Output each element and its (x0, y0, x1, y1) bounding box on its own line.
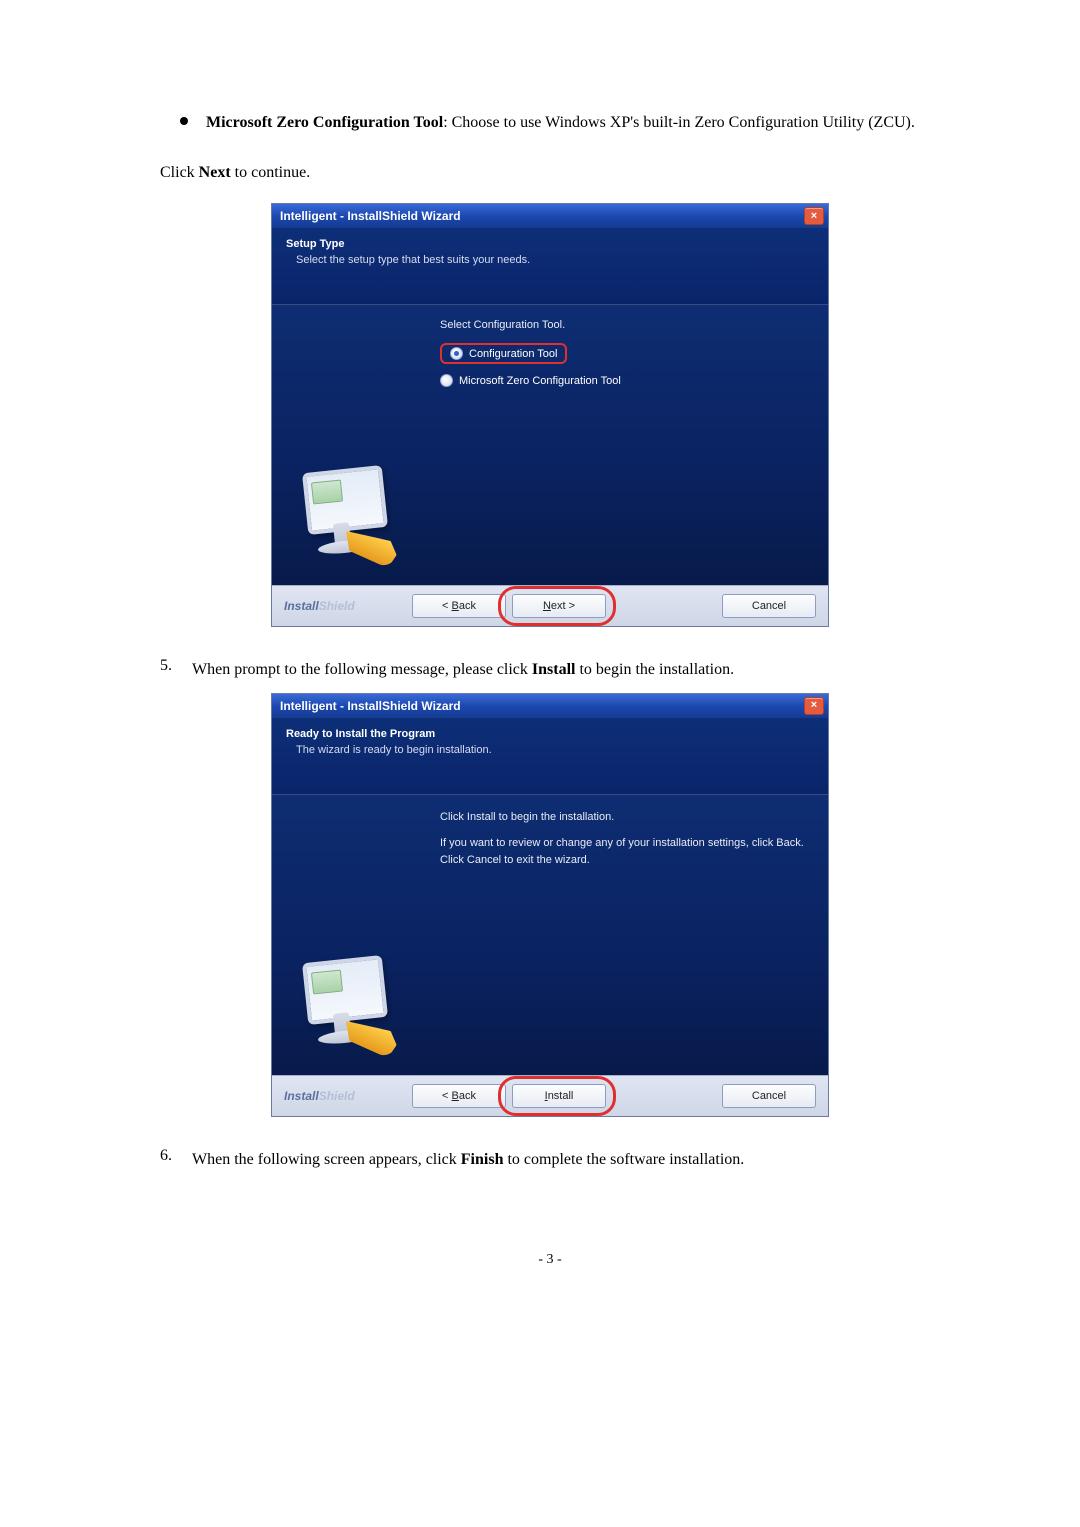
install-button[interactable]: Install (512, 1084, 606, 1108)
wizard-graphic (272, 305, 430, 585)
step-number: 5. (160, 657, 180, 683)
titlebar: Intelligent - InstallShield Wizard × (272, 204, 828, 228)
brand-label: InstallShield (284, 597, 355, 615)
radio-icon[interactable] (440, 374, 453, 387)
page-number: - 3 - (160, 1252, 940, 1268)
wizard-footer: InstallShield < Back Next > Cancel (272, 585, 828, 626)
radio-label-ms-zero[interactable]: Microsoft Zero Configuration Tool (459, 375, 621, 387)
prompt-text: Select Configuration Tool. (440, 319, 816, 331)
step-text: When the following screen appears, click… (192, 1147, 744, 1173)
step-number: 6. (160, 1147, 180, 1173)
cancel-button[interactable]: Cancel (722, 1084, 816, 1108)
highlight-selected-option: Configuration Tool (440, 343, 567, 364)
bullet-rest: : Choose to use Windows XP's built-in Ze… (443, 114, 915, 131)
wizard-header: Setup Type Select the setup type that be… (272, 228, 828, 305)
brand2: Shield (319, 599, 355, 613)
txt: to begin the installation. (575, 661, 734, 678)
brand-label: InstallShield (284, 1087, 355, 1105)
brand1: Install (284, 599, 319, 613)
close-icon[interactable]: × (804, 207, 824, 225)
window-title: Intelligent - InstallShield Wizard (280, 209, 461, 223)
click-next-para: Click Next to continue. (160, 160, 940, 186)
next-button[interactable]: Next > (512, 594, 606, 618)
brand2: Shield (319, 1089, 355, 1103)
back-button[interactable]: < Back (412, 594, 506, 618)
bullet-bold: Microsoft Zero Configuration Tool (206, 114, 443, 131)
titlebar: Intelligent - InstallShield Wizard × (272, 694, 828, 718)
header-subtitle: Select the setup type that best suits yo… (296, 254, 814, 266)
txt-bold: Next (199, 164, 231, 181)
wizard-header: Ready to Install the Program The wizard … (272, 718, 828, 795)
header-subtitle: The wizard is ready to begin installatio… (296, 744, 814, 756)
highlight-next-button: Next > (506, 594, 606, 618)
header-title: Setup Type (286, 238, 814, 250)
step-text: When prompt to the following message, pl… (192, 657, 734, 683)
txt: When prompt to the following message, pl… (192, 661, 532, 678)
txt: to complete the software installation. (503, 1151, 744, 1168)
install-line2: If you want to review or change any of y… (440, 835, 816, 868)
window-title: Intelligent - InstallShield Wizard (280, 699, 461, 713)
bullet-icon (180, 117, 188, 125)
wizard-graphic (272, 795, 430, 1075)
txt: Click (160, 164, 199, 181)
wizard-setup-type: Intelligent - InstallShield Wizard × Set… (271, 203, 829, 627)
close-icon[interactable]: × (804, 697, 824, 715)
wizard-footer: InstallShield < Back Install Cancel (272, 1075, 828, 1116)
wizard-ready-install: Intelligent - InstallShield Wizard × Rea… (271, 693, 829, 1117)
txt: When the following screen appears, click (192, 1151, 461, 1168)
header-title: Ready to Install the Program (286, 728, 814, 740)
install-line1: Click Install to begin the installation. (440, 809, 816, 826)
txt: to continue. (231, 164, 311, 181)
highlight-install-button: Install (506, 1084, 606, 1108)
cancel-button[interactable]: Cancel (722, 594, 816, 618)
bullet-text: Microsoft Zero Configuration Tool: Choos… (206, 110, 915, 136)
back-button[interactable]: < Back (412, 1084, 506, 1108)
txt-bold: Finish (461, 1151, 504, 1168)
radio-label-config-tool[interactable]: Configuration Tool (469, 348, 557, 360)
brand1: Install (284, 1089, 319, 1103)
radio-icon[interactable] (450, 347, 463, 360)
txt-bold: Install (532, 661, 576, 678)
